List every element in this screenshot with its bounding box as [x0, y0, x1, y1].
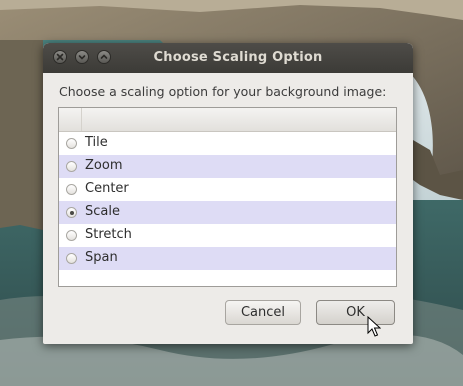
maximize-window-button[interactable]: [97, 50, 111, 64]
radio-button-scale[interactable]: [66, 207, 77, 218]
option-label: Stretch: [85, 227, 132, 242]
dialog-prompt: Choose a scaling option for your backgro…: [59, 84, 387, 99]
scaling-options-list[interactable]: Tile Zoom Center Scale Stretch Span: [58, 107, 397, 287]
dialog-title: Choose Scaling Option: [153, 50, 323, 65]
radio-button-stretch[interactable]: [66, 230, 77, 241]
radio-button-center[interactable]: [66, 184, 77, 195]
option-label: Span: [85, 250, 118, 265]
titlebar: Choose Scaling Option: [43, 43, 413, 73]
option-row-stretch[interactable]: Stretch: [59, 224, 396, 247]
options-rows: Tile Zoom Center Scale Stretch Span: [59, 132, 396, 270]
radio-button-zoom[interactable]: [66, 161, 77, 172]
option-label: Scale: [85, 204, 120, 219]
option-row-center[interactable]: Center: [59, 178, 396, 201]
maximize-icon: [100, 54, 108, 59]
minimize-icon: [78, 55, 86, 60]
radio-button-tile[interactable]: [66, 138, 77, 149]
minimize-window-button[interactable]: [75, 50, 89, 64]
ok-button[interactable]: OK: [316, 300, 395, 325]
close-window-button[interactable]: [53, 50, 67, 64]
scaling-dialog: Choose Scaling Option Choose a scaling o…: [43, 43, 413, 344]
mouse-cursor-icon: [367, 316, 381, 337]
list-header[interactable]: [59, 108, 396, 132]
option-label: Zoom: [85, 158, 123, 173]
option-row-span[interactable]: Span: [59, 247, 396, 270]
option-row-scale[interactable]: Scale: [59, 201, 396, 224]
option-row-zoom[interactable]: Zoom: [59, 155, 396, 178]
list-header-column[interactable]: [59, 108, 82, 131]
option-label: Center: [85, 181, 129, 196]
close-icon: [56, 53, 64, 61]
option-label: Tile: [85, 135, 108, 150]
radio-button-span[interactable]: [66, 253, 77, 264]
cancel-button[interactable]: Cancel: [225, 300, 301, 325]
option-row-tile[interactable]: Tile: [59, 132, 396, 155]
